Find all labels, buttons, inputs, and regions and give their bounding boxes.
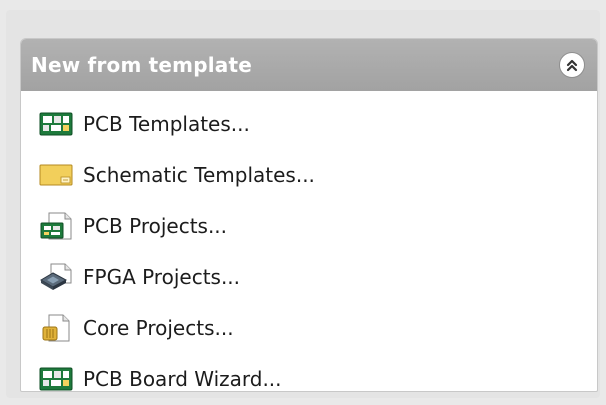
fpga-projects-item[interactable]: FPGA Projects... [21,251,597,302]
collapse-button[interactable] [559,52,585,78]
pcb-projects-label: PCB Projects... [83,213,228,238]
fpga-project-icon [39,263,75,291]
pcb-project-icon [39,212,75,240]
pcb-templates-item[interactable]: PCB Templates... [21,98,597,149]
fpga-projects-label: FPGA Projects... [83,264,241,289]
pcb-board-wizard-label: PCB Board Wizard... [83,366,282,391]
pcb-board-wizard-item[interactable]: PCB Board Wizard... [21,353,597,392]
pcb-template-icon [39,110,75,138]
double-chevron-up-icon [566,59,578,72]
core-projects-label: Core Projects... [83,315,234,340]
template-list: PCB Templates... Schematic Templates... [21,91,597,392]
core-project-icon [39,314,75,342]
schematic-template-icon [39,161,75,189]
pcb-projects-item[interactable]: PCB Projects... [21,200,597,251]
core-projects-item[interactable]: Core Projects... [21,302,597,353]
pcb-board-wizard-icon [39,365,75,392]
schematic-templates-label: Schematic Templates... [83,162,315,187]
panel-header[interactable]: New from template [21,39,597,91]
panel-title: New from template [31,53,253,77]
schematic-templates-item[interactable]: Schematic Templates... [21,149,597,200]
new-from-template-panel: New from template PCB Templates... Schem… [20,38,598,392]
pcb-templates-label: PCB Templates... [83,111,250,136]
